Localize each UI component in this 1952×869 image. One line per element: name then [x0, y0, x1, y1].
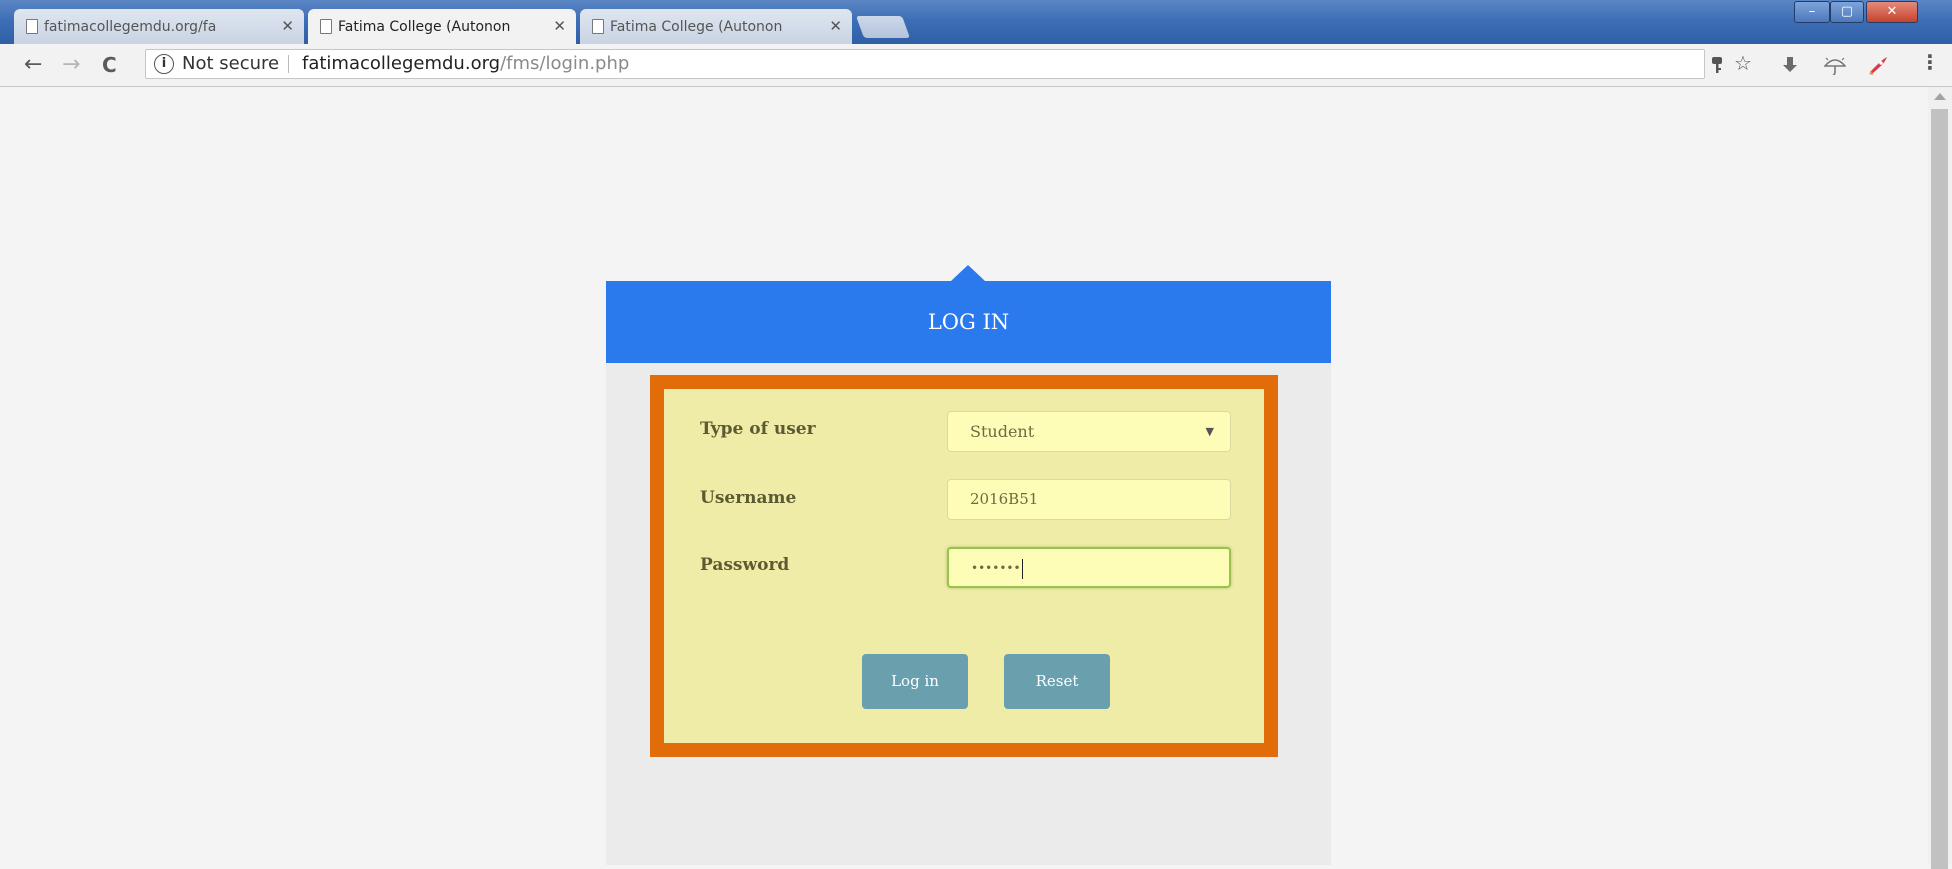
url-text: fatimacollegemdu.org/fms/login.php: [302, 50, 629, 78]
tab-close-icon[interactable]: ✕: [829, 17, 842, 35]
vertical-scrollbar[interactable]: [1928, 87, 1952, 869]
tab-label: fatimacollegemdu.org/fa: [44, 18, 217, 35]
tab-close-icon[interactable]: ✕: [281, 17, 294, 35]
reset-button[interactable]: Reset: [1004, 654, 1110, 709]
text-cursor: [1021, 558, 1023, 579]
document-icon: [320, 19, 332, 34]
tab-label: Fatima College (Autonon: [338, 19, 511, 35]
browser-tab-strip: fatimacollegemdu.org/fa ✕ Fatima College…: [0, 0, 1952, 45]
username-input[interactable]: 2016B51: [947, 479, 1231, 520]
password-value: •••••••: [971, 561, 1021, 575]
document-icon: [26, 19, 38, 34]
password-label: Password: [700, 555, 790, 575]
password-input[interactable]: •••••••: [947, 547, 1231, 588]
back-arrow-icon[interactable]: ←: [24, 52, 42, 78]
key-icon[interactable]: [1710, 56, 1724, 78]
tab-label: Fatima College (Autonon: [610, 18, 783, 35]
info-icon[interactable]: i: [154, 54, 174, 74]
chevron-down-icon: ▼: [1205, 425, 1214, 438]
forward-arrow-icon[interactable]: →: [62, 52, 80, 78]
user-type-value: Student: [970, 422, 1035, 441]
tab-close-icon[interactable]: ✕: [553, 17, 566, 35]
tab-3[interactable]: Fatima College (Autonon ✕: [580, 9, 852, 44]
rocket-icon[interactable]: [1866, 56, 1888, 80]
close-window-button[interactable]: ✕: [1866, 1, 1918, 23]
divider: [288, 55, 289, 73]
browser-toolbar: ← → C i Not secure fatimacollegemdu.org/…: [0, 44, 1952, 87]
tab-2-active[interactable]: Fatima College (Autonon ✕: [308, 9, 576, 45]
username-value: 2016B51: [970, 490, 1039, 508]
url-path: /fms/login.php: [500, 53, 630, 74]
address-bar[interactable]: i Not secure fatimacollegemdu.org/fms/lo…: [145, 49, 1705, 79]
maximize-button[interactable]: ▢: [1830, 1, 1864, 23]
username-label: Username: [700, 488, 797, 508]
reload-icon[interactable]: C: [102, 52, 117, 78]
login-title: LOG IN: [606, 281, 1331, 363]
minimize-button[interactable]: –: [1794, 1, 1830, 23]
login-button[interactable]: Log in: [862, 654, 968, 709]
star-icon[interactable]: ☆: [1734, 53, 1752, 73]
scrollbar-thumb[interactable]: [1931, 109, 1948, 869]
tab-1[interactable]: fatimacollegemdu.org/fa ✕: [14, 9, 304, 44]
url-host: fatimacollegemdu.org: [302, 53, 501, 74]
document-icon: [592, 19, 604, 34]
menu-icon[interactable]: ⋮: [1920, 52, 1940, 72]
user-type-select[interactable]: Student ▼: [947, 411, 1231, 452]
header-notch: [951, 265, 985, 281]
new-tab-button[interactable]: [855, 16, 911, 38]
download-icon[interactable]: [1783, 56, 1797, 78]
user-type-label: Type of user: [700, 419, 816, 439]
scroll-up-arrow-icon[interactable]: [1934, 93, 1946, 100]
umbrella-icon[interactable]: [1823, 56, 1847, 80]
security-label[interactable]: Not secure: [182, 50, 279, 78]
